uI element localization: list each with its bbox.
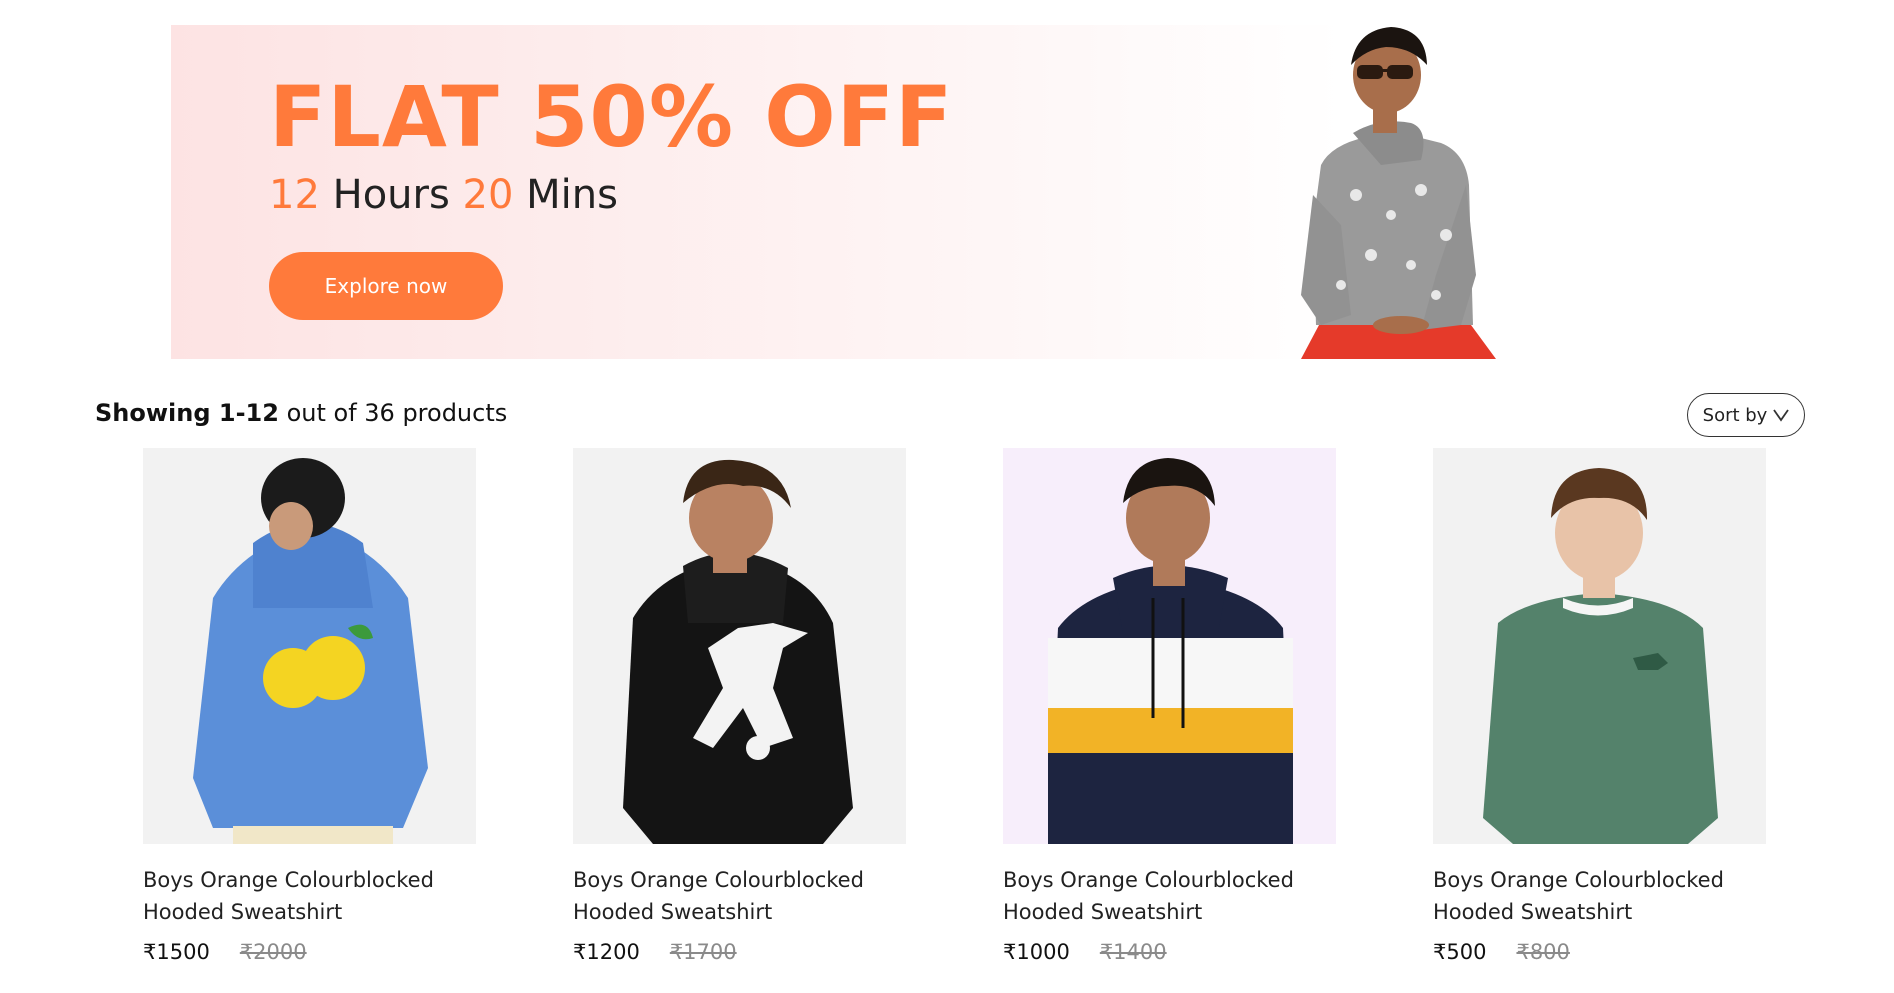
green-dino-sweatshirt-image <box>1483 468 1718 844</box>
product-card[interactable]: Boys Orange Colourblocked Hooded Sweatsh… <box>1433 448 1766 964</box>
product-prices: ₹1500 ₹2000 <box>143 940 476 964</box>
product-card[interactable]: Boys Orange Colourblocked Hooded Sweatsh… <box>573 448 906 964</box>
chevron-down-icon <box>1773 409 1790 422</box>
blue-lemon-hoodie-image <box>193 458 428 844</box>
product-name[interactable]: Boys Orange Colourblocked Hooded Sweatsh… <box>573 864 906 928</box>
product-image[interactable] <box>1433 448 1766 844</box>
product-grid: Boys Orange Colourblocked Hooded Sweatsh… <box>143 448 1766 968</box>
product-image[interactable] <box>1003 448 1336 844</box>
countdown-mins-value: 20 <box>462 172 514 218</box>
product-price: ₹1200 <box>573 940 640 964</box>
product-name[interactable]: Boys Orange Colourblocked Hooded Sweatsh… <box>1433 864 1766 928</box>
product-original-price: ₹1400 <box>1099 940 1167 964</box>
results-toolbar: Showing 1-12 out of 36 products Sort by <box>95 393 1805 439</box>
product-price: ₹1500 <box>143 940 210 964</box>
product-prices: ₹1200 ₹1700 <box>573 940 906 964</box>
product-price: ₹1000 <box>1003 940 1070 964</box>
product-name[interactable]: Boys Orange Colourblocked Hooded Sweatsh… <box>143 864 476 928</box>
results-total: out of 36 products <box>286 399 508 427</box>
results-range: Showing 1-12 <box>95 399 279 427</box>
product-card[interactable]: Boys Orange Colourblocked Hooded Sweatsh… <box>1003 448 1336 964</box>
countdown-mins-unit: Mins <box>526 172 618 218</box>
sort-by-button[interactable]: Sort by <box>1687 393 1805 437</box>
product-price: ₹500 <box>1433 940 1487 964</box>
striped-colourblock-hoodie-image <box>1048 458 1293 844</box>
product-card[interactable]: Boys Orange Colourblocked Hooded Sweatsh… <box>143 448 476 964</box>
product-original-price: ₹1700 <box>669 940 737 964</box>
product-original-price: ₹800 <box>1516 940 1570 964</box>
product-original-price: ₹2000 <box>239 940 307 964</box>
product-name[interactable]: Boys Orange Colourblocked Hooded Sweatsh… <box>1003 864 1336 928</box>
sort-by-label: Sort by <box>1702 404 1768 426</box>
banner-model-image <box>1301 27 1496 359</box>
results-count: Showing 1-12 out of 36 products <box>95 399 507 427</box>
promo-banner: FLAT 50% OFF 12 Hours 20 Mins Explore no… <box>171 25 1735 359</box>
product-prices: ₹500 ₹800 <box>1433 940 1766 964</box>
product-prices: ₹1000 ₹1400 <box>1003 940 1336 964</box>
explore-now-button[interactable]: Explore now <box>269 252 503 320</box>
product-image[interactable] <box>143 448 476 844</box>
countdown-timer: 12 Hours 20 Mins <box>269 175 618 215</box>
black-football-hoodie-image <box>623 459 853 844</box>
countdown-hours-value: 12 <box>269 172 320 218</box>
product-image[interactable] <box>573 448 906 844</box>
countdown-hours-unit: Hours <box>332 172 450 218</box>
banner-headline: FLAT 50% OFF <box>269 68 954 166</box>
